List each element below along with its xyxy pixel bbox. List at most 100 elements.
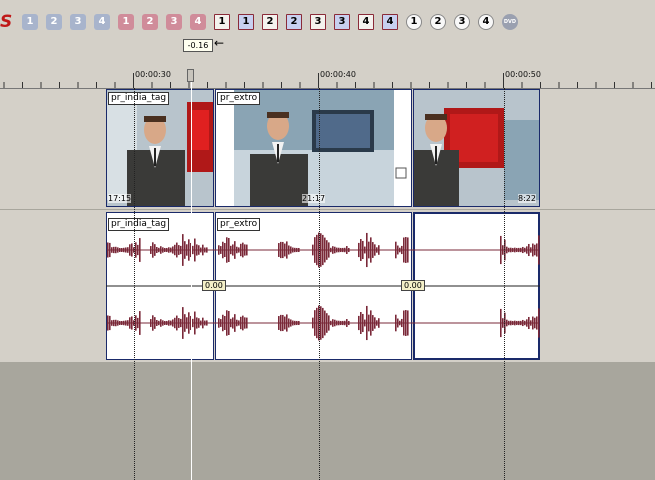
waveform-peak — [284, 243, 286, 257]
video-event-pr-india-tag[interactable] — [106, 89, 214, 207]
event-label: pr_india_tag — [108, 218, 170, 231]
waveform-peak — [244, 317, 246, 329]
waveform-peak — [338, 247, 340, 253]
timeline-cursor — [191, 82, 192, 480]
waveform-peak — [374, 317, 376, 329]
audio-track[interactable]: pr_india_tag pr_extro 0.00 0.00 — [0, 210, 655, 362]
waveform-peak — [158, 247, 160, 253]
waveform-peak — [232, 317, 234, 329]
waveform-peak — [290, 319, 292, 327]
waveform-peak — [236, 319, 238, 327]
waveform-peak — [125, 320, 127, 326]
waveform-peak — [399, 320, 401, 326]
waveform-peak — [364, 246, 366, 254]
video-track[interactable]: pr_india_tag pr_extro 17:15 21:17 8:22 — [0, 89, 655, 209]
waveform-peak — [139, 238, 141, 262]
waveform-peak — [403, 310, 405, 336]
region-end-4-button[interactable]: 4 — [382, 14, 398, 30]
region-end-2-button[interactable]: 2 — [286, 14, 302, 30]
region-end-3-button[interactable]: 3 — [334, 14, 350, 30]
waveform-peak — [115, 246, 117, 254]
waveform-peak — [278, 243, 280, 257]
waveform-peak — [522, 246, 524, 254]
waveform-peak — [192, 245, 194, 255]
cd-track-3-button[interactable]: 3 — [454, 14, 470, 30]
waveform-peak — [314, 237, 316, 263]
video-event-pr-extro[interactable] — [215, 89, 412, 207]
time-ruler[interactable]: 00:00:30 00:00:40 00:00:50 — [0, 69, 655, 89]
waveform-peak — [137, 244, 139, 256]
waveform-peak — [324, 310, 326, 336]
waveform-peak — [166, 247, 168, 253]
dvd-chapter-button[interactable]: DVD — [502, 14, 518, 30]
waveform-peak — [156, 246, 158, 254]
waveform-peak — [123, 247, 125, 253]
playhead-handle[interactable] — [187, 69, 194, 82]
waveform-peak — [129, 317, 131, 329]
marker-3-button[interactable]: 3 — [70, 14, 86, 30]
marker-1-button[interactable]: 1 — [22, 14, 38, 30]
waveform-peak — [288, 318, 290, 328]
waveform-peak — [280, 241, 282, 259]
waveform-peak — [346, 319, 348, 327]
waveform-peak — [107, 242, 109, 258]
waveform-peak — [238, 247, 240, 253]
waveform-peak — [534, 317, 536, 329]
waveform-peak — [107, 315, 109, 331]
waveform-peak — [532, 316, 534, 330]
waveform-peak — [370, 237, 372, 263]
waveform-peak — [298, 320, 300, 326]
waveform-peak — [228, 310, 230, 336]
region-2-button[interactable]: 2 — [142, 14, 158, 30]
waveform-peak — [182, 234, 184, 266]
waveform-peak — [180, 245, 182, 255]
waveform-peak — [510, 320, 512, 326]
region-1-button[interactable]: 1 — [118, 14, 134, 30]
region-start-1-button[interactable]: 1 — [214, 14, 230, 30]
cd-track-2-button[interactable]: 2 — [430, 14, 446, 30]
waveform-peak — [526, 319, 528, 327]
timeline-empty-area[interactable] — [0, 362, 655, 480]
waveform-peak — [135, 242, 137, 258]
region-3-button[interactable]: 3 — [166, 14, 182, 30]
waveform-peak — [168, 247, 170, 253]
video-event-clip-3[interactable] — [413, 89, 540, 207]
region-start-3-button[interactable]: 3 — [310, 14, 326, 30]
waveform-peak — [164, 247, 166, 253]
waveform-peak — [520, 320, 522, 326]
waveform-peak — [366, 305, 368, 341]
event-timecode: 17:15 — [108, 194, 132, 203]
event-timecode: 8:22 — [518, 194, 536, 203]
waveform-peak — [117, 247, 119, 253]
region-start-2-button[interactable]: 2 — [262, 14, 278, 30]
waveform-peak — [326, 240, 328, 260]
marker-4-button[interactable]: 4 — [94, 14, 110, 30]
waveform-peak — [530, 320, 532, 326]
waveform-peak — [407, 310, 409, 336]
region-4-button[interactable]: 4 — [190, 14, 206, 30]
event-timecode: 21:17 — [302, 194, 326, 203]
waveform-peak — [320, 306, 322, 340]
waveform-peak — [316, 234, 318, 266]
cd-track-1-button[interactable]: 1 — [406, 14, 422, 30]
waveform-peak — [115, 319, 117, 327]
waveform-peak — [220, 246, 222, 254]
waveform-peak — [119, 247, 121, 253]
grid-line — [134, 88, 135, 480]
waveform-peak — [117, 320, 119, 326]
waveform-peak — [113, 319, 115, 327]
waveform-peak — [198, 245, 200, 255]
marker-2-button[interactable]: 2 — [46, 14, 62, 30]
waveform-peak — [288, 245, 290, 255]
waveform-peak — [340, 320, 342, 326]
waveform-peak — [178, 245, 180, 255]
region-end-1-button[interactable]: 1 — [238, 14, 254, 30]
cursor-offset-value: -0.16 — [183, 39, 213, 52]
cd-track-4-button[interactable]: 4 — [478, 14, 494, 30]
waveform-peak — [330, 247, 332, 253]
waveform-peak — [512, 247, 514, 253]
waveform-peak — [528, 243, 530, 257]
region-start-4-button[interactable]: 4 — [358, 14, 374, 30]
waveform-peak — [364, 319, 366, 327]
app-logo-icon: S — [0, 12, 13, 32]
